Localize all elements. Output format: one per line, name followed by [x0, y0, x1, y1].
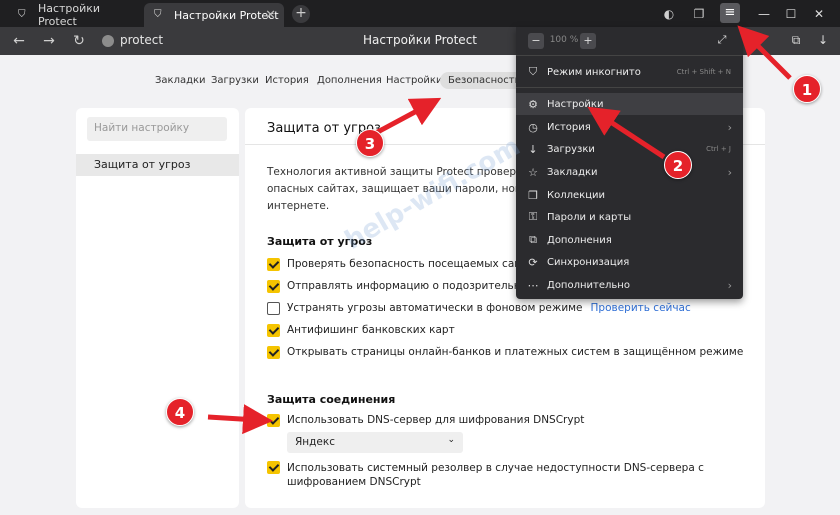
menu-item-more[interactable]: ⋯ Дополнительно › [516, 274, 743, 296]
menu-item-bookmarks[interactable]: ☆ Закладки › [516, 161, 743, 183]
menu-button[interactable]: ≡ [720, 3, 740, 23]
threat-option[interactable]: Устранять угрозы автоматически в фоновом… [267, 302, 691, 315]
close-icon[interactable]: ✕ [265, 8, 276, 23]
threat-option[interactable]: Проверять безопасность посещаемых сайтов… [267, 258, 550, 271]
checkbox[interactable] [267, 302, 280, 315]
chevron-right-icon: › [727, 120, 732, 134]
zoom-level: 100 % [549, 35, 579, 45]
address-input[interactable]: protect [120, 33, 163, 47]
nav-settings[interactable]: Настройки [386, 75, 442, 86]
nav-history[interactable]: История [265, 75, 309, 86]
protect-icon[interactable]: ◐ [660, 5, 678, 23]
tab-inactive[interactable]: ⛉ Настройки Protect [8, 2, 142, 28]
annotation-badge-4: 4 [166, 398, 194, 426]
dns-option[interactable]: Использовать DNS-сервер для шифрования D… [267, 414, 584, 427]
puzzle-icon: ⧉ [529, 233, 537, 246]
zoom-in-button[interactable]: + [580, 33, 596, 49]
shield-icon: ⛉ [154, 9, 162, 20]
fullscreen-icon[interactable]: ⤢ [714, 33, 730, 49]
download-icon: ↓ [528, 142, 538, 156]
menu-item-incognito[interactable]: ⛉ Режим инкогнито Ctrl + Shift + N [516, 61, 743, 83]
resolver-option[interactable]: Использовать системный резолвер в случае… [267, 461, 727, 489]
maximize-icon[interactable]: ☐ [782, 5, 800, 23]
tab-active[interactable]: ⛉ Настройки Protect ✕ [144, 3, 284, 27]
menu-item-passwords[interactable]: ⚿ Пароли и карты [516, 206, 743, 228]
collections-icon: ❐ [528, 188, 538, 202]
search-input[interactable]: Найти настройку [87, 117, 227, 141]
sidebar-item-threat-protection[interactable]: Защита от угроз [76, 154, 239, 176]
chevron-down-icon: ⌄ [447, 435, 455, 445]
menu-item-settings[interactable]: ⚙ Настройки [516, 93, 743, 115]
mask-icon: ⛉ [528, 65, 538, 78]
checkbox[interactable] [267, 258, 280, 271]
sync-icon: ⟳ [528, 255, 538, 269]
menu-divider [516, 55, 743, 56]
chevron-right-icon: › [727, 165, 732, 179]
minimize-icon[interactable]: — [755, 5, 773, 23]
zoom-out-button[interactable]: − [528, 33, 544, 49]
forward-icon[interactable]: → [40, 32, 58, 50]
annotation-badge-1: 1 [793, 75, 821, 103]
window-close-icon[interactable]: ✕ [810, 5, 828, 23]
site-icon [102, 35, 114, 47]
shield-icon: ⛉ [18, 9, 26, 20]
gear-icon: ⚙ [528, 97, 538, 111]
clock-icon: ◷ [528, 120, 538, 134]
checkbox[interactable] [267, 346, 280, 359]
nav-extensions[interactable]: Дополнения [317, 75, 382, 86]
new-tab-button[interactable]: + [292, 5, 310, 23]
sidebar-toggle-icon[interactable]: ⧉ [788, 33, 804, 49]
reload-icon[interactable]: ↻ [70, 32, 88, 50]
main-menu: − 100 % + ⤢ ⛉ Режим инкогнито Ctrl + Shi… [516, 27, 743, 299]
threat-option[interactable]: Антифишинг банковских карт [267, 324, 455, 337]
star-icon: ☆ [528, 165, 538, 179]
menu-item-collections[interactable]: ❐ Коллекции [516, 184, 743, 206]
checkbox[interactable] [267, 414, 280, 427]
annotation-badge-3: 3 [356, 129, 384, 157]
page-title: Настройки Protect [362, 33, 477, 47]
menu-divider [516, 87, 743, 88]
checkbox[interactable] [267, 324, 280, 337]
settings-sidebar: Найти настройку Защита от угроз [76, 108, 239, 508]
dns-server-select[interactable]: Яндекс ⌄ [287, 432, 463, 453]
threat-option[interactable]: Отправлять информацию о подозрительных ф… [267, 280, 554, 293]
annotation-badge-2: 2 [664, 151, 692, 179]
checkbox[interactable] [267, 461, 280, 474]
checkbox[interactable] [267, 280, 280, 293]
back-icon[interactable]: ← [10, 32, 28, 50]
nav-bookmarks[interactable]: Закладки [155, 75, 206, 86]
collections-icon[interactable]: ❐ [690, 5, 708, 23]
menu-item-history[interactable]: ◷ История › [516, 116, 743, 138]
menu-item-extensions[interactable]: ⧉ Дополнения [516, 229, 743, 251]
key-icon: ⚿ [528, 210, 538, 223]
nav-downloads[interactable]: Загрузки [211, 75, 259, 86]
more-icon: ⋯ [527, 278, 539, 292]
check-now-link[interactable]: Проверить сейчас [591, 302, 691, 314]
downloads-icon[interactable]: ↓ [815, 33, 831, 49]
chevron-right-icon: › [727, 278, 732, 292]
section-connection: Защита соединения [267, 393, 396, 406]
threat-option[interactable]: Открывать страницы онлайн-банков и плате… [267, 346, 743, 359]
menu-item-downloads[interactable]: ↓ Загрузки Ctrl + J [516, 138, 743, 160]
menu-item-sync[interactable]: ⟳ Синхронизация [516, 251, 743, 273]
tab-bar: ⛉ Настройки Protect ⛉ Настройки Protect … [0, 0, 840, 28]
